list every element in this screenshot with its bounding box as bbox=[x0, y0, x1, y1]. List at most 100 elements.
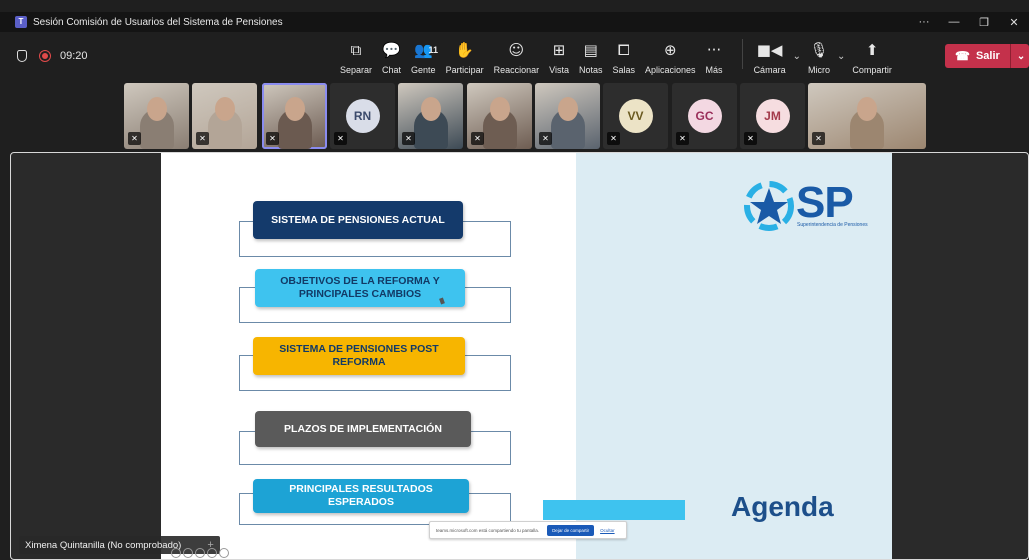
agenda-item-label: PLAZOS DE IMPLEMENTACIÓN bbox=[255, 411, 471, 447]
reaction-icon[interactable] bbox=[171, 548, 181, 558]
react-icon: ☺ bbox=[508, 41, 525, 59]
participant-head bbox=[146, 97, 167, 121]
agenda-title: Agenda bbox=[731, 491, 834, 522]
device-controls: ■◀ Cámara ⌄ 🎙 Micro ⌄ ⬆ Compartir bbox=[736, 36, 897, 76]
mic-muted-icon: ✕ bbox=[812, 132, 825, 145]
hide-share-notice-link[interactable]: Ocultar bbox=[600, 528, 615, 533]
toolbar-view-button[interactable]: ⊞ Vista bbox=[549, 41, 569, 76]
sp-logo: SP Superintendencia de Pensiones bbox=[741, 178, 881, 238]
avatar: VV bbox=[618, 99, 653, 133]
share-icon: ⬆ bbox=[865, 41, 879, 59]
toolbar-label: Separar bbox=[340, 65, 373, 75]
camera-button[interactable]: ■◀ Cámara bbox=[754, 41, 786, 76]
reaction-icon[interactable] bbox=[207, 548, 217, 558]
mic-button[interactable]: 🎙 Micro bbox=[808, 41, 830, 76]
apps-icon: ⊕ bbox=[663, 41, 677, 59]
participant-tile[interactable]: GC ✕ bbox=[672, 83, 737, 149]
presentation-slide: SISTEMA DE PENSIONES ACTUAL OBJETIVOS DE … bbox=[161, 153, 892, 559]
meeting-toolbar: 09:20 ⧉ Separar 💬 Chat 👥 11 Gente ✋ Participar ☺ R… bbox=[0, 32, 1029, 80]
stop-sharing-button[interactable]: Dejar de compartir bbox=[547, 524, 595, 536]
shield-icon[interactable] bbox=[17, 50, 27, 62]
toolbar-raise-hand-button[interactable]: ✋ Participar bbox=[446, 41, 484, 76]
mic-muted-icon: ✕ bbox=[539, 132, 552, 145]
logo-subtitle: Superintendencia de Pensiones bbox=[797, 222, 868, 228]
mic-muted-icon: ✕ bbox=[471, 132, 484, 145]
minimize-button[interactable]: — bbox=[939, 16, 969, 28]
toolbar-pop-out-button[interactable]: ⧉ Separar bbox=[340, 41, 372, 76]
toolbar-react-button[interactable]: ☺ Reaccionar bbox=[494, 41, 540, 76]
toolbar-label: Aplicaciones bbox=[645, 65, 696, 75]
reaction-icon[interactable] bbox=[219, 548, 229, 558]
mic-muted-icon: ✕ bbox=[744, 132, 757, 145]
participant-tile[interactable]: ✕ bbox=[535, 83, 600, 149]
share-notice-bar: teams.microsoft.com está compartiendo tu… bbox=[429, 521, 627, 539]
toolbar-label: Reaccionar bbox=[493, 65, 540, 75]
participant-tile[interactable]: ✕ bbox=[192, 83, 257, 149]
window-title: Sesión Comisión de Usuarios del Sistema … bbox=[33, 16, 283, 28]
avatar: RN bbox=[345, 99, 380, 133]
toolbar-label: Notas bbox=[578, 65, 603, 75]
agenda-item-label: PRINCIPALES RESULTADOS ESPERADOS bbox=[253, 479, 469, 513]
toolbar-rooms-button[interactable]: ⧠ Salas bbox=[613, 41, 636, 76]
share-button[interactable]: ⬆ Compartir bbox=[852, 41, 892, 76]
restore-button[interactable]: ❐ bbox=[969, 16, 999, 29]
notes-icon: ▤ bbox=[583, 41, 598, 59]
participant-head bbox=[857, 97, 877, 121]
toolbar-notes-button[interactable]: ▤ Notas bbox=[579, 41, 603, 76]
reaction-icon[interactable] bbox=[183, 548, 193, 558]
mic-muted-icon: ✕ bbox=[196, 132, 209, 145]
close-button[interactable]: ✕ bbox=[999, 16, 1029, 29]
participant-tile[interactable]: RN ✕ bbox=[330, 83, 395, 149]
participant-head bbox=[284, 97, 305, 121]
toolbar-label: Gente bbox=[411, 65, 436, 75]
toolbar-more-button[interactable]: ··· Más bbox=[706, 41, 723, 76]
rooms-icon: ⧠ bbox=[617, 41, 630, 59]
pop-out-icon: ⧉ bbox=[350, 41, 362, 59]
participant-head bbox=[420, 97, 441, 121]
camera-icon: ■◀ bbox=[756, 41, 783, 59]
participant-tile[interactable]: ✕ bbox=[124, 83, 189, 149]
leave-options-chevron-icon[interactable]: ⌄ bbox=[1017, 51, 1025, 62]
mic-label: Micro bbox=[807, 65, 830, 75]
recording-icon bbox=[39, 50, 51, 62]
meeting-status: 09:20 bbox=[17, 50, 317, 62]
raise-hand-icon: ✋ bbox=[455, 41, 474, 59]
teams-meeting-window: T Sesión Comisión de Usuarios del Sistem… bbox=[0, 0, 1029, 560]
view-icon: ⊞ bbox=[552, 41, 566, 59]
chat-icon: 💬 bbox=[382, 41, 401, 59]
camera-label: Cámara bbox=[753, 65, 786, 75]
reaction-icon[interactable] bbox=[195, 548, 205, 558]
participant-head bbox=[557, 97, 578, 121]
toolbar-label: Salas bbox=[612, 65, 636, 75]
mic-muted-icon: ✕ bbox=[402, 132, 415, 145]
phone-hangup-icon: ☎ bbox=[955, 49, 970, 63]
toolbar-chat-button[interactable]: 💬 Chat bbox=[382, 41, 401, 76]
more-options-icon[interactable]: ··· bbox=[909, 16, 939, 28]
participant-tile[interactable]: ✕ bbox=[808, 83, 926, 149]
title-bar: T Sesión Comisión de Usuarios del Sistem… bbox=[0, 12, 1029, 32]
mic-muted-icon: ✕ bbox=[334, 132, 347, 145]
mic-muted-icon: ✕ bbox=[128, 132, 141, 145]
mic-muted-icon: ✕ bbox=[266, 132, 279, 145]
toolbar-apps-button[interactable]: ⊕ Aplicaciones bbox=[645, 41, 696, 76]
participant-tile[interactable]: VV ✕ bbox=[603, 83, 668, 149]
toolbar-label: Más bbox=[705, 65, 723, 75]
participant-head bbox=[214, 97, 235, 121]
participants-strip: ✕ ✕ ✕ RN ✕ ✕ ✕ ✕ VV ✕ GC ✕ JM ✕ ✕ bbox=[0, 80, 1029, 152]
leave-button[interactable]: ☎ Salir ⌄ bbox=[945, 44, 1029, 68]
participant-tile[interactable]: ✕ bbox=[398, 83, 463, 149]
share-label: Compartir bbox=[852, 65, 892, 75]
participant-tile[interactable]: JM ✕ bbox=[740, 83, 805, 149]
camera-options-chevron-icon[interactable]: ⌄ bbox=[793, 51, 801, 62]
presenter-name: Ximena Quintanilla (No comprobado) bbox=[25, 539, 182, 551]
toolbar-people-button[interactable]: 👥 11 Gente bbox=[411, 41, 438, 76]
participant-tile[interactable]: ✕ bbox=[262, 83, 327, 149]
mic-options-chevron-icon[interactable]: ⌄ bbox=[837, 51, 845, 62]
participant-tile[interactable]: ✕ bbox=[467, 83, 532, 149]
agenda-item-label: OBJETIVOS DE LA REFORMA Y PRINCIPALES CA… bbox=[255, 269, 465, 307]
toolbar-label: Participar bbox=[445, 65, 484, 75]
agenda-item-label: SISTEMA DE PENSIONES POST REFORMA bbox=[253, 337, 465, 375]
logo-text: SP bbox=[796, 178, 854, 227]
meeting-timer: 09:20 bbox=[60, 50, 88, 62]
avatar: JM bbox=[755, 99, 790, 133]
